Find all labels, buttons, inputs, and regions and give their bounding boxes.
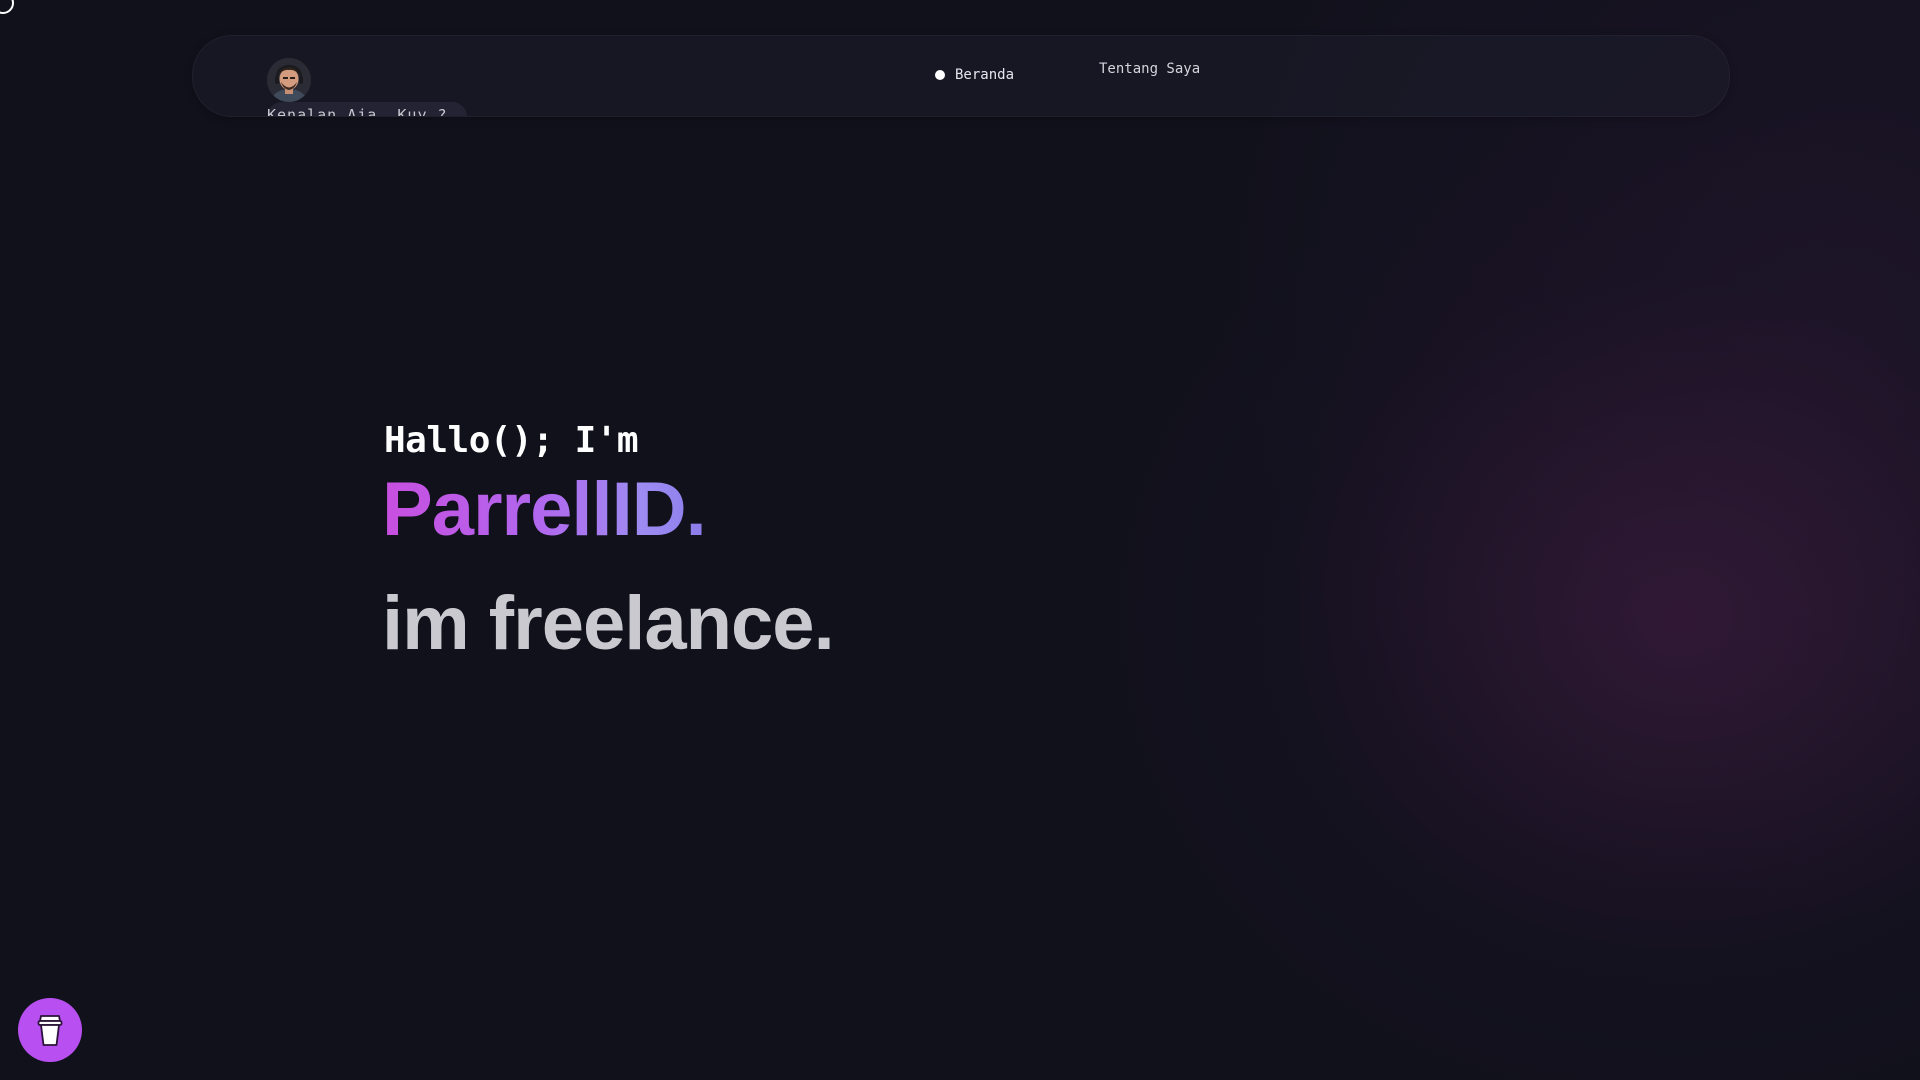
- coffee-cup-icon: [37, 1015, 63, 1046]
- hero-name: ParrellID.: [382, 467, 707, 552]
- avatar[interactable]: [267, 58, 311, 102]
- cursor-ring-icon: [0, 0, 14, 14]
- top-navbar: Kenalan Aja, Kuy ? Beranda Tentang Saya: [192, 35, 1730, 117]
- nav-item-beranda[interactable]: Beranda: [935, 67, 1014, 83]
- hero-greeting: Hallo(); I'm: [384, 420, 639, 461]
- buy-me-a-coffee-button[interactable]: [18, 998, 82, 1062]
- active-indicator-dot-icon: [935, 70, 945, 80]
- nav-item-label: Beranda: [955, 67, 1015, 83]
- avatar-label: Kenalan Aja, Kuy ?: [267, 106, 448, 117]
- hero-role: im freelance.: [382, 581, 835, 666]
- nav-item-tentang-saya[interactable]: Tentang Saya: [1099, 61, 1200, 77]
- avatar-illustration-icon: [267, 58, 311, 102]
